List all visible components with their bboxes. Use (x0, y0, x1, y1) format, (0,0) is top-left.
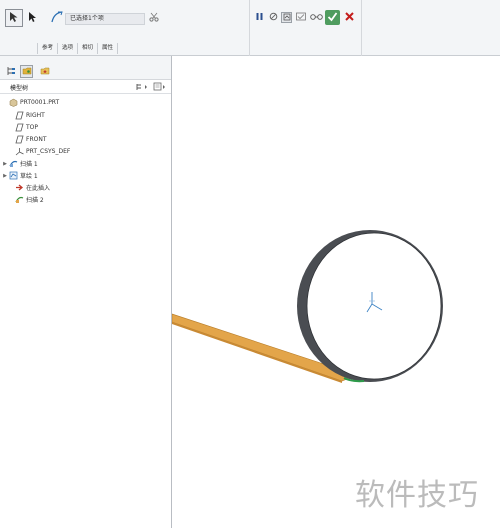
trajectory-button[interactable] (50, 11, 64, 25)
tree-icon (6, 66, 16, 78)
pause-icon (255, 12, 264, 23)
sketch-icon (8, 171, 18, 181)
datum-plane-icon (14, 111, 24, 121)
part-icon (8, 98, 18, 108)
close-icon (345, 12, 354, 23)
verify-button[interactable] (295, 12, 306, 23)
cut-button[interactable] (148, 11, 160, 25)
tree-item-front[interactable]: FRONT (8, 134, 47, 145)
scissors-icon (149, 12, 159, 24)
sweep-options-group: 已选择1个项 参考 选项 相切 属性 (0, 0, 250, 56)
tab-reference[interactable]: 参考 (37, 43, 59, 54)
model-tree-header: 模型树 (0, 80, 171, 94)
preview-icon (283, 13, 291, 23)
dashboard-tabs: 参考 选项 相切 属性 (37, 43, 119, 54)
tree-item-right[interactable]: RIGHT (8, 110, 45, 121)
no-preview-button[interactable] (268, 12, 279, 23)
model-tree-title: 模型树 (10, 85, 29, 92)
tree-item-insert-here[interactable]: 在此插入 (8, 182, 50, 193)
tree-item-part[interactable]: PRT0001.PRT (2, 97, 59, 108)
watermark: 软件技巧 (355, 478, 479, 513)
folder-browser-tab[interactable] (20, 65, 33, 78)
ok-button[interactable] (325, 10, 340, 25)
preview-button[interactable] (281, 12, 292, 23)
trajectory-icon (51, 11, 63, 25)
tree-item-top[interactable]: TOP (8, 122, 38, 133)
model-tree-tab[interactable] (4, 65, 17, 78)
tree-item-sweep-2[interactable]: 扫描 2 (8, 194, 44, 205)
tree-item-sketch-1[interactable]: ▶ 草绘 1 (2, 170, 38, 181)
verify-icon (295, 12, 306, 23)
pause-button[interactable] (254, 12, 265, 23)
tree-item-sweep-1[interactable]: ▶ 扫描 1 (2, 158, 38, 169)
tree-item-csys[interactable]: PRT_CSYS_DEF (8, 146, 70, 157)
glasses-icon (309, 13, 323, 22)
navigator-panel: 模型树 PRT0001.PRT RIGHT TOP FRONT PRT_CSYS… (0, 56, 172, 528)
pointer-icon (28, 11, 37, 25)
trajectory-collector[interactable]: 已选择1个项 (65, 13, 145, 25)
tab-options[interactable]: 选项 (58, 43, 79, 54)
pointer-button[interactable] (26, 11, 38, 25)
tree-settings-icon[interactable] (135, 82, 149, 93)
sweep-feature-icon (8, 159, 18, 169)
navigator-tabs (0, 56, 171, 80)
tab-tangency[interactable]: 相切 (78, 43, 99, 54)
model-view (171, 230, 443, 383)
ribbon: 已选择1个项 参考 选项 相切 属性 (0, 0, 500, 56)
favorites-tab[interactable] (38, 65, 51, 78)
insert-arrow-icon (14, 183, 24, 193)
shell-inner (307, 233, 441, 379)
folder-icon (22, 66, 32, 78)
datum-plane-icon (14, 135, 24, 145)
favorites-folder-icon (40, 66, 50, 78)
graphics-area[interactable] (171, 56, 500, 528)
coordinate-system-icon (14, 147, 24, 157)
dashboard-controls (250, 0, 362, 56)
tab-properties[interactable]: 属性 (98, 43, 119, 54)
select-cursor-icon (8, 11, 20, 25)
datum-plane-icon (14, 123, 24, 133)
cancel-button[interactable] (344, 12, 355, 23)
sweep-feature-active-icon (14, 195, 24, 205)
glasses-preview-button[interactable] (309, 12, 323, 23)
checkmark-icon (327, 11, 338, 24)
sweep-type-button[interactable] (5, 9, 23, 27)
no-preview-icon (269, 12, 278, 23)
show-menu-icon[interactable] (153, 82, 167, 93)
tree-tools (135, 82, 167, 93)
